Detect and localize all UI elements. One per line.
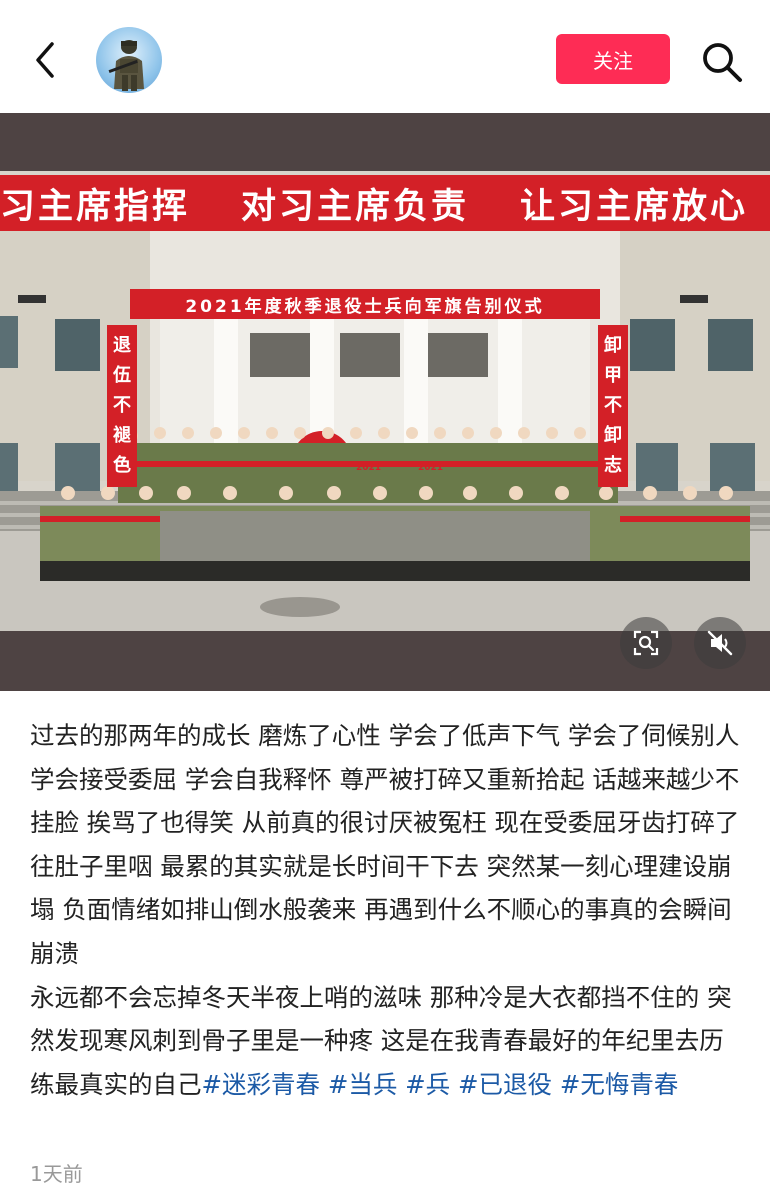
- right-vertical-banner: 卸 甲 不 卸 志: [598, 325, 628, 487]
- follow-button[interactable]: 关注: [556, 34, 670, 84]
- ceremony-photo: 习主席指挥 对习主席负责 让习主席放心 2021年度秋季退役士兵向军旗告别仪式 …: [0, 171, 770, 631]
- banner-char: 卸: [604, 335, 622, 356]
- top-bar: 关注: [0, 0, 770, 113]
- mute-button[interactable]: [694, 617, 746, 669]
- hashtag-link[interactable]: #兵: [405, 1070, 450, 1099]
- banner-char: 志: [604, 455, 622, 476]
- slogan-banner: 习主席指挥 对习主席负责 让习主席放心: [0, 175, 770, 231]
- left-vertical-banner: 退 伍 不 褪 色: [107, 325, 137, 487]
- hashtag-link[interactable]: #迷彩青春: [202, 1070, 321, 1099]
- banner-char: 伍: [113, 365, 131, 386]
- banner-char: 褪: [113, 425, 131, 446]
- avatar[interactable]: [96, 27, 162, 93]
- year-label-left: 2021: [356, 463, 382, 473]
- hashtag-link[interactable]: #当兵: [328, 1070, 398, 1099]
- slogan-segment: 让习主席放心: [519, 186, 748, 227]
- hashtag-link[interactable]: #已退役: [458, 1070, 552, 1099]
- slogan-segment: 对习主席负责: [240, 186, 469, 227]
- back-button[interactable]: [30, 38, 60, 82]
- banner-char: 卸: [604, 425, 622, 446]
- post-caption: 过去的那两年的成长 磨炼了心性 学会了低声下气 学会了伺候别人学会接受委屈 学会…: [30, 714, 742, 1106]
- banner-char: 色: [113, 455, 131, 476]
- hashtag-link[interactable]: #无悔青春: [560, 1070, 679, 1099]
- banner-char: 退: [113, 335, 131, 356]
- caption-paragraph: 过去的那两年的成长 磨炼了心性 学会了低声下气 学会了伺候别人学会接受委屈 学会…: [30, 721, 740, 968]
- post-media[interactable]: 习主席指挥 对习主席负责 让习主席放心 2021年度秋季退役士兵向军旗告别仪式 …: [0, 113, 770, 691]
- banner-char: 不: [113, 395, 131, 416]
- speaker-muted-icon: [707, 630, 733, 656]
- caption-paragraph-with-tags: 永远都不会忘掉冬天半夜上哨的滋味 那种冷是大衣都挡不住的 突然发现寒风刺到骨子里…: [30, 976, 742, 1107]
- post-timestamp: 1天前: [30, 1162, 83, 1186]
- search-icon: [703, 43, 742, 82]
- banner-char: 不: [604, 395, 622, 416]
- image-scan-icon: [633, 630, 659, 656]
- year-label-right: 2021: [418, 463, 444, 473]
- slogan-segment: 习主席指挥: [0, 186, 191, 227]
- chevron-left-icon: [36, 42, 54, 78]
- ceremony-banner: 2021年度秋季退役士兵向军旗告别仪式: [130, 289, 600, 319]
- image-scan-button[interactable]: [620, 617, 672, 669]
- search-button[interactable]: [700, 40, 744, 84]
- soldier-avatar: [108, 40, 144, 91]
- banner-char: 甲: [604, 365, 622, 386]
